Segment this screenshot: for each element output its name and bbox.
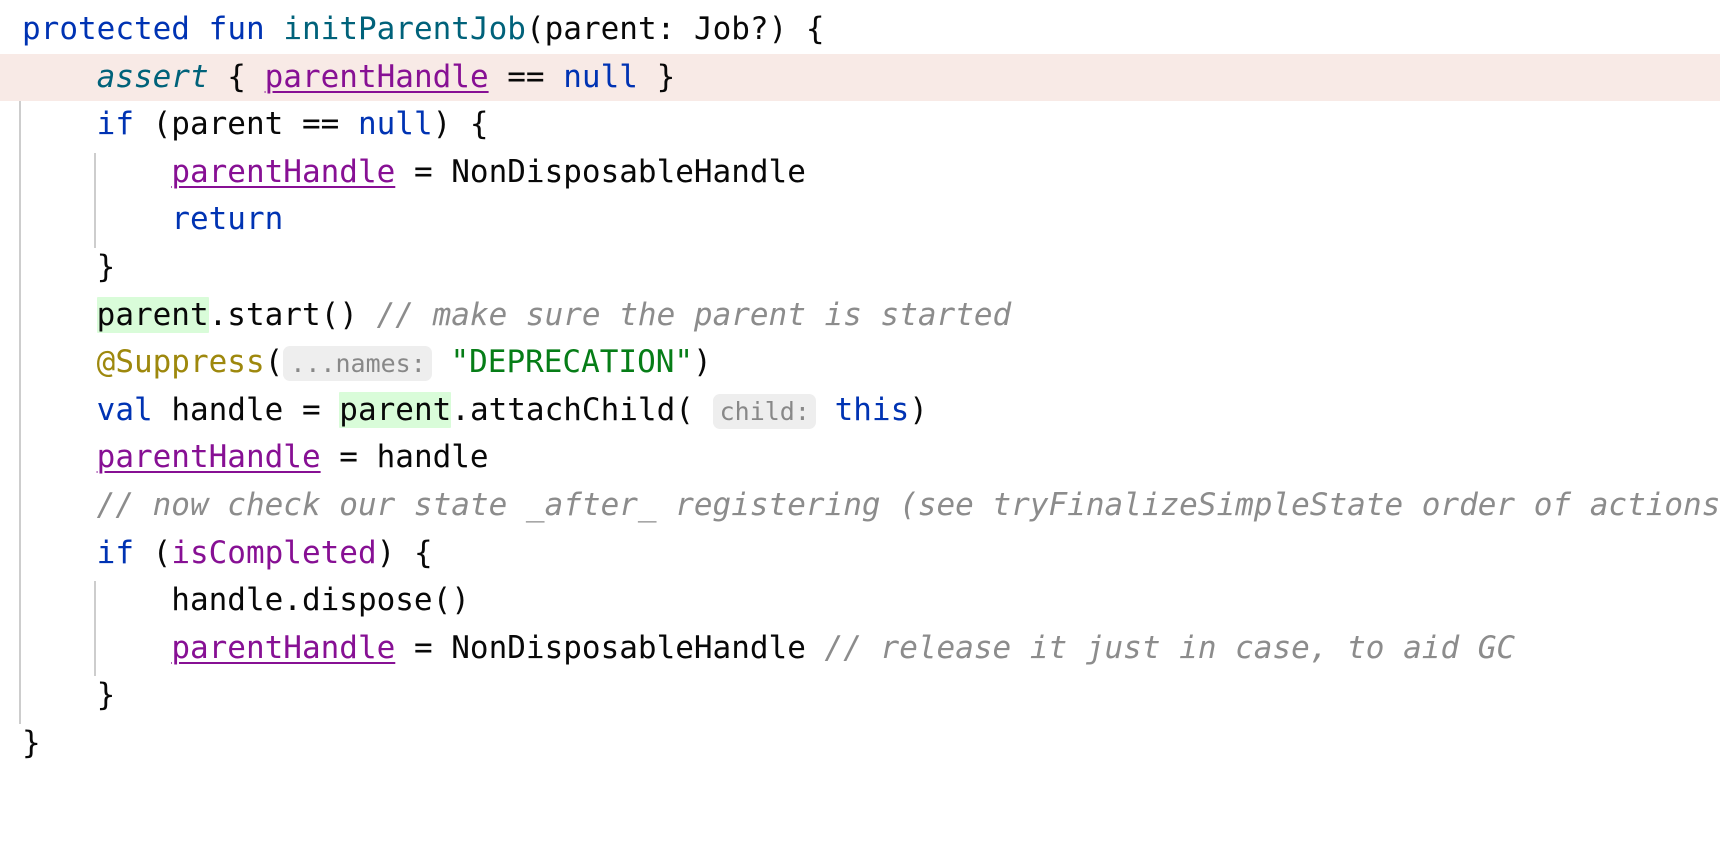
code-token: .attachChild( (451, 391, 694, 428)
code-line[interactable]: } (0, 672, 1720, 720)
code-comment: // now check our state _after_ registeri… (96, 487, 1720, 523)
code-token: return (171, 201, 284, 238)
code-token: ) { (432, 106, 489, 143)
code-line[interactable]: handle.dispose() (0, 577, 1720, 625)
code-line[interactable]: if (isCompleted) { (0, 530, 1720, 578)
code-token: isCompleted (171, 534, 377, 571)
code-line[interactable]: assert { parentHandle == null } (0, 53, 1720, 102)
code-line[interactable]: parentHandle = NonDisposableHandle (0, 149, 1720, 197)
code-token: (parent: Job?) { (525, 11, 825, 47)
code-token: { (208, 58, 265, 95)
code-line[interactable]: parent.start() // make sure the parent i… (0, 292, 1720, 340)
code-token: = NonDisposableHandle (395, 629, 825, 666)
code-token: protected (22, 11, 190, 47)
code-line[interactable]: @Suppress(...names: "DEPRECATION") (0, 339, 1720, 387)
property-reference: parentHandle (171, 629, 396, 666)
code-line[interactable]: protected fun initParentJob(parent: Job?… (0, 6, 1720, 54)
code-token: } (22, 725, 41, 761)
code-token: val (96, 391, 153, 428)
property-reference: parentHandle (96, 439, 321, 476)
code-token: handle = (152, 391, 340, 428)
code-token: ( (264, 344, 284, 381)
usage-highlight-token: parent (339, 391, 452, 428)
code-token: .start() (208, 296, 377, 333)
code-line[interactable]: } (0, 720, 1720, 768)
code-token: ) (693, 344, 712, 381)
code-comment: // make sure the parent is started (376, 296, 1012, 333)
code-token: null (357, 106, 433, 143)
code-token: } (22, 677, 116, 714)
code-line[interactable]: parentHandle = handle (0, 434, 1720, 482)
code-token: = handle (320, 439, 489, 476)
code-line[interactable]: val handle = parent.attachChild( child: … (0, 387, 1720, 435)
code-token: handle.dispose() (22, 582, 470, 619)
code-token: ( (133, 534, 172, 571)
code-line[interactable]: // now check our state _after_ registeri… (0, 482, 1720, 530)
parameter-hint-inlay: ...names: (283, 346, 432, 382)
code-token: fun (208, 11, 265, 47)
code-editor[interactable]: protected fun initParentJob(parent: Job?… (0, 0, 1720, 854)
code-token: } (22, 249, 116, 285)
code-line[interactable]: if (parent == null) { (0, 101, 1720, 149)
code-comment: // release it just in case, to aid GC (824, 629, 1516, 666)
code-line[interactable]: return (0, 196, 1720, 244)
parameter-hint-inlay: child: (712, 393, 816, 429)
property-reference: parentHandle (264, 58, 489, 95)
code-token: this (834, 391, 910, 428)
code-token: "DEPRECATION" (450, 344, 694, 381)
code-token: ) (909, 391, 928, 428)
code-token: } (637, 58, 676, 95)
property-reference: parentHandle (171, 153, 396, 190)
code-token: (parent == (133, 106, 358, 143)
code-token: if (96, 106, 134, 143)
code-line[interactable]: } (0, 244, 1720, 292)
code-token: assert (96, 58, 209, 95)
code-token: null (563, 58, 638, 95)
code-token: = NonDisposableHandle (395, 153, 806, 190)
code-token: == (488, 58, 564, 95)
code-token: if (96, 534, 134, 571)
code-token: @Suppress (96, 344, 265, 381)
code-token: initParentJob (283, 11, 526, 47)
code-line[interactable]: parentHandle = NonDisposableHandle // re… (0, 625, 1720, 673)
code-token: ) { (376, 534, 433, 571)
usage-highlight-token: parent (96, 296, 209, 333)
